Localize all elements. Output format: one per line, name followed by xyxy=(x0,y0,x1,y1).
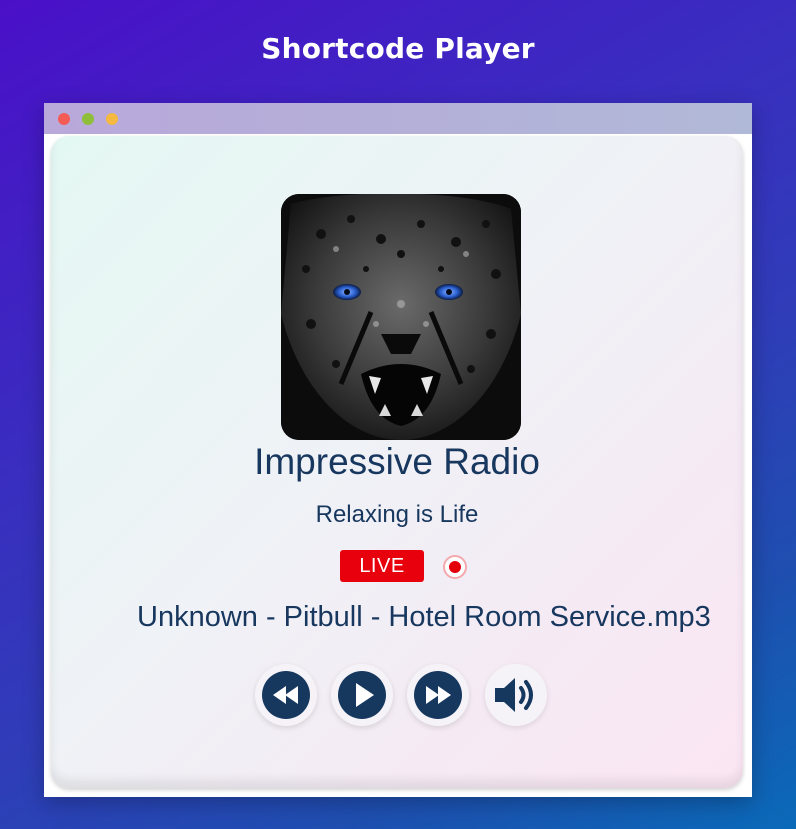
station-name: Impressive Radio xyxy=(254,441,540,482)
recording-dot xyxy=(449,561,461,573)
previous-button[interactable] xyxy=(255,664,317,726)
play-icon xyxy=(356,683,374,707)
next-button[interactable] xyxy=(407,664,469,726)
station-slogan: Relaxing is Life xyxy=(315,501,479,528)
volume-icon xyxy=(495,678,533,712)
now-playing-marquee: Unknown - Pitbull - Hotel Room Service.m… xyxy=(137,601,724,641)
recording-indicator-icon xyxy=(443,555,467,579)
window-minimize-button[interactable] xyxy=(82,113,94,125)
now-playing-title: Unknown - Pitbull - Hotel Room Service.m… xyxy=(137,601,711,633)
window-titlebar xyxy=(44,103,752,134)
window-close-button[interactable] xyxy=(58,113,70,125)
window-maximize-button[interactable] xyxy=(106,113,118,125)
browser-window: Impressive Radio Relaxing is Life LIVE U… xyxy=(44,103,752,797)
live-badge: LIVE xyxy=(340,550,424,582)
play-button[interactable] xyxy=(331,664,393,726)
cheetah-artwork-image xyxy=(281,194,521,440)
rewind-icon xyxy=(273,686,298,704)
station-artwork xyxy=(281,194,521,440)
page-title: Shortcode Player xyxy=(261,32,535,65)
radio-player-card: Impressive Radio Relaxing is Life LIVE U… xyxy=(51,136,743,788)
volume-button[interactable] xyxy=(485,664,547,726)
fast-forward-icon xyxy=(426,686,451,704)
